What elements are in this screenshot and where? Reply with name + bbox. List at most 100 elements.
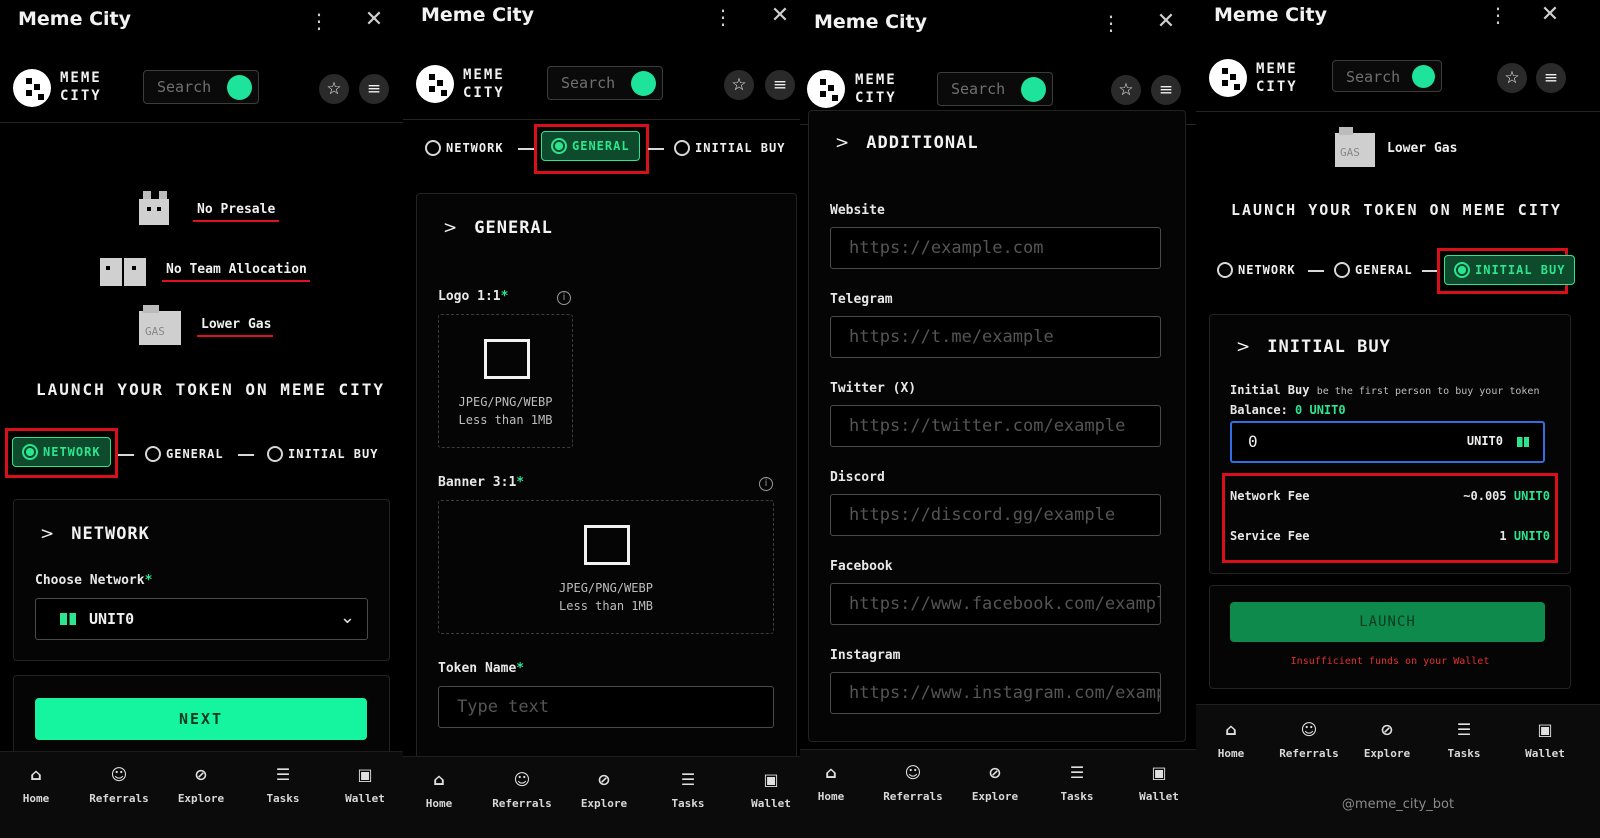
nav-home[interactable]: ⌂ Home — [1209, 721, 1253, 761]
step-connector — [648, 148, 664, 150]
launch-button[interactable]: LAUNCH — [1230, 602, 1545, 642]
nav-home[interactable]: ⌂ Home — [417, 771, 461, 811]
search-input[interactable]: Search — [937, 72, 1053, 106]
nav-referrals[interactable]: ☺ Referrals — [1276, 721, 1342, 761]
close-icon[interactable]: ✕ — [1155, 10, 1177, 34]
favorites-star-icon[interactable]: ☆ — [1111, 75, 1141, 105]
nav-wallet[interactable]: ▣ Wallet — [1134, 763, 1184, 804]
close-icon[interactable]: ✕ — [1539, 3, 1561, 27]
search-icon[interactable] — [227, 75, 252, 100]
search-input[interactable]: Search — [143, 70, 259, 104]
step-connector — [118, 454, 134, 456]
section-title: > GENERAL — [443, 218, 553, 238]
telegram-input[interactable]: https://t.me/example — [830, 316, 1161, 358]
step-connector — [518, 148, 534, 150]
gas-can-icon: GAS — [139, 305, 181, 345]
step-network[interactable]: NETWORK — [1217, 262, 1296, 278]
unit0-token-icon — [60, 613, 76, 625]
facebook-placeholder: https://www.facebook.com/example — [849, 594, 1161, 614]
next-button[interactable]: NEXT — [35, 698, 367, 740]
meme-city-logo-icon[interactable] — [12, 68, 52, 108]
twitter-input[interactable]: https://twitter.com/example — [830, 405, 1161, 447]
more-options-icon[interactable]: ⋮ — [1488, 4, 1508, 26]
hamburger-menu-icon[interactable]: ≡ — [1151, 75, 1181, 105]
nav-referrals[interactable]: ☺ Referrals — [880, 764, 946, 804]
instagram-placeholder: https://www.instagram.com/example — [849, 683, 1161, 703]
insufficient-funds-error: Insufficient funds on your Wallet — [1290, 656, 1490, 667]
close-icon[interactable]: ✕ — [769, 4, 791, 28]
more-options-icon[interactable]: ⋮ — [1101, 12, 1121, 34]
tasks-icon: ☰ — [1069, 763, 1085, 782]
banner-upload-dropzone[interactable]: JPEG/PNG/WEBP Less than 1MB — [438, 500, 774, 634]
discord-input[interactable]: https://discord.gg/example — [830, 494, 1161, 536]
hamburger-menu-icon[interactable]: ≡ — [359, 74, 389, 104]
logo-wordmark: MEME CITY — [463, 67, 505, 101]
nav-wallet[interactable]: ▣ Wallet — [746, 771, 796, 811]
search-input[interactable]: Search — [1332, 60, 1442, 92]
hamburger-menu-icon[interactable]: ≡ — [1536, 63, 1566, 93]
chevron-right-icon: > — [40, 524, 56, 544]
step-network[interactable]: NETWORK — [12, 437, 111, 467]
screen-network-step: Meme City ⋮ ✕ MEME CITY Search ☆ ≡ No Pre… — [0, 0, 403, 838]
logo-upload-dropzone[interactable]: JPEG/PNG/WEBP Less than 1MB — [438, 314, 573, 448]
nav-tasks[interactable]: ☰ Tasks — [665, 770, 711, 811]
nav-home[interactable]: ⌂ Home — [14, 766, 58, 806]
nav-explore[interactable]: ⊘ Explore — [175, 766, 227, 806]
image-placeholder-icon — [584, 525, 630, 565]
info-icon[interactable]: i — [759, 477, 773, 491]
step-initial-buy[interactable]: INITIAL BUY — [1444, 255, 1576, 285]
feature-underline — [162, 280, 310, 282]
nav-home[interactable]: ⌂ Home — [809, 764, 853, 804]
instagram-input[interactable]: https://www.instagram.com/example — [830, 672, 1161, 714]
close-icon[interactable]: ✕ — [363, 8, 385, 32]
network-select[interactable]: UNIT0 ⌄ — [35, 598, 368, 640]
nav-wallet[interactable]: ▣ Wallet — [340, 766, 390, 806]
nav-explore[interactable]: ⊘ Explore — [1361, 721, 1413, 761]
info-icon[interactable]: i — [557, 291, 571, 305]
token-name-placeholder: Type text — [457, 697, 550, 717]
search-icon[interactable] — [1021, 77, 1046, 102]
feature-underline — [197, 335, 273, 337]
nav-tasks[interactable]: ☰ Tasks — [1054, 763, 1100, 804]
step-connector — [238, 454, 254, 456]
meme-city-logo-icon[interactable] — [1208, 58, 1248, 98]
launch-heading: LAUNCH YOUR TOKEN ON MEME CITY — [1231, 201, 1562, 219]
facebook-input[interactable]: https://www.facebook.com/example — [830, 583, 1161, 625]
step-radio-icon — [425, 140, 441, 156]
search-input[interactable]: Search — [547, 66, 663, 100]
tasks-icon: ☰ — [680, 770, 696, 789]
nav-explore[interactable]: ⊘ Explore — [969, 764, 1021, 804]
token-name-input[interactable]: Type text — [438, 686, 774, 728]
more-options-icon[interactable]: ⋮ — [309, 10, 329, 32]
meme-city-logo-icon[interactable] — [415, 64, 455, 104]
step-general[interactable]: GENERAL — [145, 446, 224, 462]
step-general[interactable]: GENERAL — [1334, 262, 1413, 278]
search-icon[interactable] — [631, 71, 656, 96]
logo-wordmark: MEME CITY — [855, 72, 897, 106]
step-initial-buy[interactable]: INITIAL BUY — [674, 140, 785, 156]
more-options-icon[interactable]: ⋮ — [713, 6, 733, 28]
website-input[interactable]: https://example.com — [830, 227, 1161, 269]
meme-city-logo-icon[interactable] — [806, 69, 846, 109]
nav-wallet[interactable]: ▣ Wallet — [1520, 721, 1570, 761]
step-network[interactable]: NETWORK — [425, 140, 504, 156]
nav-explore[interactable]: ⊘ Explore — [578, 771, 630, 811]
step-radio-icon — [674, 140, 690, 156]
launch-card: LAUNCH Insufficient funds on your Wallet — [1209, 585, 1571, 689]
step-general[interactable]: GENERAL — [541, 131, 640, 161]
search-icon[interactable] — [1412, 65, 1435, 88]
favorites-star-icon[interactable]: ☆ — [1497, 63, 1527, 93]
favorites-star-icon[interactable]: ☆ — [724, 70, 754, 100]
initial-buy-amount-input[interactable]: 0 UNIT0 — [1230, 421, 1545, 463]
favorites-star-icon[interactable]: ☆ — [319, 74, 349, 104]
hamburger-menu-icon[interactable]: ≡ — [765, 70, 795, 100]
nav-tasks[interactable]: ☰ Tasks — [1441, 721, 1487, 761]
app-title: Meme City — [18, 8, 132, 30]
nav-tasks[interactable]: ☰ Tasks — [260, 766, 306, 806]
wallet-icon: ▣ — [1151, 763, 1167, 782]
nav-referrals[interactable]: ☺ Referrals — [86, 766, 152, 806]
site-header: MEME CITY Search ☆ ≡ — [403, 50, 800, 120]
nav-referrals[interactable]: ☺ Referrals — [489, 771, 555, 811]
step-initial-buy[interactable]: INITIAL BUY — [267, 446, 378, 462]
gas-can-icon: GAS — [1335, 127, 1375, 167]
